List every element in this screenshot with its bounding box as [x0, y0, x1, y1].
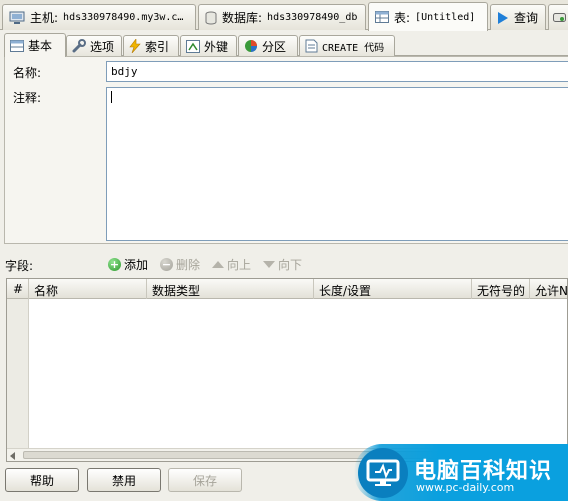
tab-host-label: 主机: [30, 11, 59, 25]
move-down-label: 向下 [278, 258, 303, 272]
move-up-button[interactable]: 向上 [212, 256, 251, 273]
monitor-logo-icon [358, 448, 408, 498]
tab-create-code[interactable]: CREATE 代码 [299, 35, 395, 56]
delete-field-button[interactable]: − 删除 [160, 256, 200, 273]
tab-options-label: 选项 [90, 39, 115, 54]
tab-foreign-keys-label: 外键 [204, 39, 229, 54]
tab-partitions[interactable]: 分区 [238, 35, 298, 56]
tab-table-value: [Untitled] [415, 11, 476, 23]
table-comment-textarea[interactable] [106, 87, 568, 241]
tab-foreign-keys[interactable]: 外键 [180, 35, 237, 56]
watermark-logo: 电脑百科知识 www.pc-daily.com [354, 444, 568, 501]
tab-query-label: 查询 [514, 11, 539, 25]
watermark-url: www.pc-daily.com [416, 481, 515, 494]
tab-host[interactable]: 主机: hds330978490.my3w.c… [2, 4, 196, 30]
add-icon: + [108, 258, 121, 271]
row-gutter [7, 299, 29, 449]
col-header-datatype[interactable]: 数据类型 [147, 279, 314, 299]
col-header-unsigned[interactable]: 无符号的 [472, 279, 530, 299]
play-icon [498, 11, 508, 24]
server-icon [9, 11, 25, 24]
tab-table-label: 表: [394, 10, 411, 25]
tab-indexes[interactable]: 索引 [123, 35, 179, 56]
tab-host-value: hds330978490.my3w.c… [63, 12, 184, 23]
table-icon [375, 11, 389, 23]
col-header-length[interactable]: 长度/设置 [314, 279, 472, 299]
tab-table[interactable]: 表: [Untitled] [368, 2, 488, 31]
fields-grid[interactable]: # 名称 数据类型 长度/设置 无符号的 允许N [6, 278, 568, 462]
save-button[interactable]: 保存 [168, 468, 242, 492]
fields-label: 字段: [5, 259, 34, 273]
tab-database-value: hds330978490_db [267, 12, 358, 23]
arrow-down-icon [263, 261, 275, 268]
tab-basic-label: 基本 [28, 39, 53, 53]
text-caret [111, 91, 112, 103]
database-icon [205, 11, 217, 24]
grid-header: # 名称 数据类型 长度/设置 无符号的 允许N [7, 279, 567, 299]
code-page-icon [305, 39, 318, 53]
table-name-input[interactable]: bdjy [106, 61, 568, 82]
remove-icon: − [160, 258, 173, 271]
tab-basic[interactable]: 基本 [4, 33, 66, 57]
col-header-number[interactable]: # [7, 279, 29, 299]
tab-database-label: 数据库: [222, 11, 263, 25]
move-up-label: 向上 [227, 258, 252, 272]
query-extra-icon [553, 12, 566, 22]
scroll-left-icon[interactable] [10, 452, 15, 460]
lightning-icon [129, 39, 141, 53]
name-label: 名称: [13, 66, 42, 80]
pie-chart-icon [245, 40, 257, 52]
basic-panel: 名称: bdjy 注释: [4, 56, 568, 244]
foreign-key-icon [186, 39, 200, 53]
help-button[interactable]: 帮助 [5, 468, 79, 492]
add-field-button[interactable]: + 添加 [108, 256, 148, 273]
tab-database[interactable]: 数据库: hds330978490_db [198, 4, 366, 30]
delete-field-label: 删除 [176, 258, 201, 272]
arrow-up-icon [212, 261, 224, 268]
tab-indexes-label: 索引 [145, 39, 170, 54]
col-header-name[interactable]: 名称 [29, 279, 147, 299]
add-field-label: 添加 [124, 258, 149, 272]
tab-overflow[interactable] [548, 4, 568, 30]
tab-query[interactable]: 查询 [490, 4, 546, 30]
document-tab-bar: 主机: hds330978490.my3w.c… 数据库: hds3309784… [0, 0, 568, 31]
basic-table-icon [10, 39, 24, 52]
tab-create-code-label: CREATE 代码 [322, 42, 385, 54]
col-header-allow-null[interactable]: 允许N [530, 279, 567, 299]
fields-toolbar: 字段: + 添加 − 删除 向上 向下 [0, 254, 568, 274]
tab-partitions-label: 分区 [262, 39, 287, 54]
move-down-button[interactable]: 向下 [263, 256, 302, 273]
comment-label: 注释: [13, 91, 42, 105]
tab-options[interactable]: 选项 [66, 35, 122, 56]
table-editor-tabs: 基本 选项 索引 外键 分区 CREATE 代码 [4, 33, 568, 57]
wrench-icon [72, 39, 86, 53]
disable-button[interactable]: 禁用 [87, 468, 161, 492]
